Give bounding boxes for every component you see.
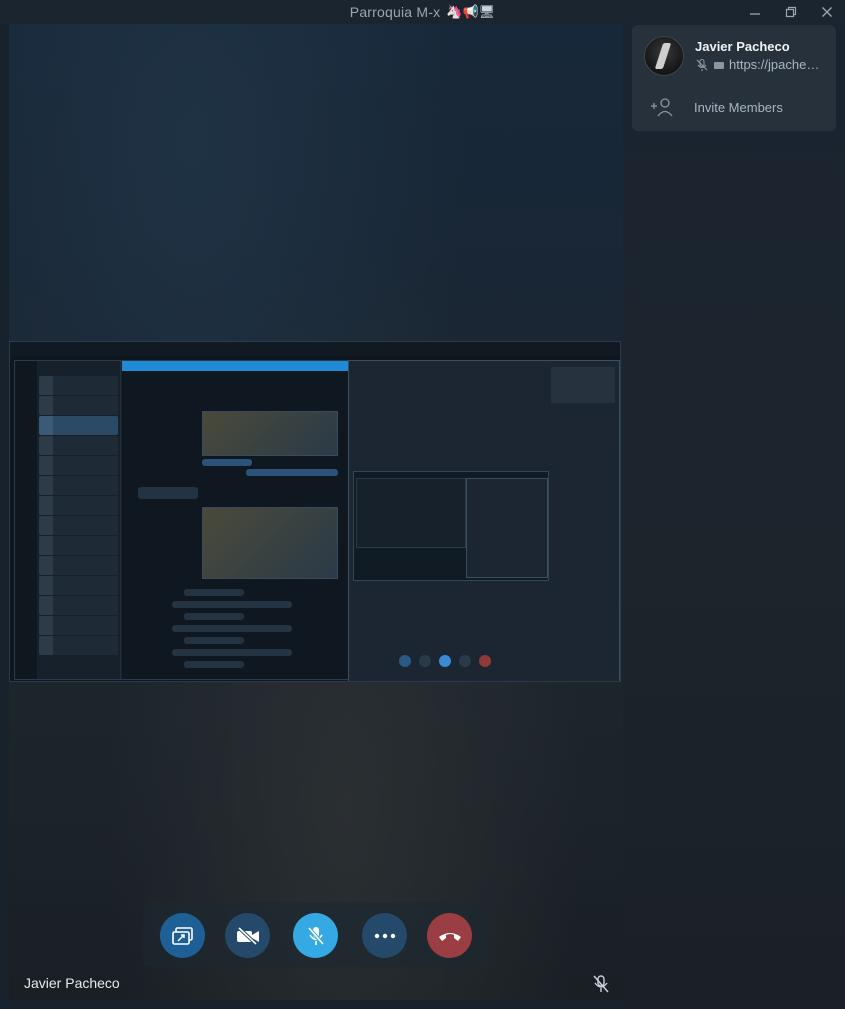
mic-muted-icon <box>307 926 324 945</box>
shared-chat-item <box>39 636 118 655</box>
side-background <box>623 24 845 1009</box>
mic-muted-icon <box>696 58 708 71</box>
shared-chat-bubble <box>184 613 244 620</box>
members-panel: Javier Pacheco https://jpacheco.xyz Invi… <box>632 25 836 131</box>
shared-chat-item <box>39 536 118 555</box>
shared-chat-header <box>122 361 350 371</box>
shared-chat-item <box>39 496 118 515</box>
shared-chat-view <box>122 361 350 679</box>
shared-call-button <box>439 655 451 667</box>
share-screen-icon <box>171 926 193 945</box>
camera-off-icon <box>236 926 259 945</box>
shared-call-screen-call <box>466 478 548 578</box>
shared-chat-item <box>39 456 118 475</box>
mic-muted-icon <box>593 975 609 993</box>
avatar[interactable] <box>644 36 684 76</box>
minimize-button[interactable] <box>739 0 771 24</box>
share-screen-button[interactable] <box>160 913 205 958</box>
shared-chat-bubble <box>172 649 292 656</box>
shared-chat-bubble <box>202 459 252 466</box>
minimize-icon <box>750 13 760 15</box>
shared-call-button <box>419 655 431 667</box>
shared-call-button <box>399 655 411 667</box>
window-title: Parroquia M-x <box>349 4 441 20</box>
shared-chat-bubble <box>184 661 244 668</box>
shared-screen-topbar <box>10 342 620 356</box>
shared-chat-item <box>39 556 118 575</box>
shared-chat-item <box>39 396 118 415</box>
shared-chat-list <box>37 361 121 679</box>
shared-chat-item <box>39 476 118 495</box>
shared-chat-bubble <box>138 487 198 499</box>
shared-call-screen-chat <box>356 478 466 548</box>
member-url: https://jpacheco.xyz <box>729 57 825 72</box>
shared-chat-bubble <box>172 601 292 608</box>
shared-call-button <box>459 655 471 667</box>
shared-chat-folders <box>15 361 37 679</box>
shared-chat-bubble <box>184 589 244 596</box>
end-call-icon <box>438 932 461 941</box>
close-icon <box>822 7 832 17</box>
more-icon <box>374 933 395 938</box>
shared-screen <box>9 341 621 682</box>
invite-members-button[interactable]: Invite Members <box>650 97 783 117</box>
shared-chat-media <box>202 411 338 456</box>
restore-icon <box>785 6 797 18</box>
shared-chat-bubble <box>184 637 244 644</box>
speaker-name: Javier Pacheco <box>24 975 120 991</box>
member-status: https://jpacheco.xyz <box>695 57 825 72</box>
shared-chat-bubble <box>172 625 292 632</box>
shared-call-controls <box>399 655 491 667</box>
title-emojis: 🦄📢🖥 <box>446 4 496 19</box>
screen-share-icon <box>714 61 724 69</box>
shared-chat-item <box>39 516 118 535</box>
shared-call-members <box>551 367 615 403</box>
add-user-icon <box>651 98 673 117</box>
title-bar: Parroquia M-x 🦄📢🖥 <box>0 0 845 24</box>
member-name[interactable]: Javier Pacheco <box>695 39 790 54</box>
shared-chat-media <box>202 507 338 579</box>
invite-members-label: Invite Members <box>694 99 783 115</box>
shared-chat-item <box>39 616 118 635</box>
more-options-button[interactable] <box>362 913 407 958</box>
shared-chat-item <box>39 416 118 435</box>
shared-call-screen <box>353 471 549 581</box>
close-button[interactable] <box>811 0 843 24</box>
shared-chat-item <box>39 436 118 455</box>
mic-toggle-button[interactable] <box>293 913 338 958</box>
shared-chat-item <box>39 376 118 395</box>
camera-toggle-button[interactable] <box>225 913 270 958</box>
shared-call-button <box>479 655 491 667</box>
shared-call-window <box>348 360 620 681</box>
restore-button[interactable] <box>775 0 807 24</box>
shared-chat-window <box>14 360 351 680</box>
end-call-button[interactable] <box>427 913 472 958</box>
shared-chat-item <box>39 596 118 615</box>
shared-chat-bubble <box>246 469 338 476</box>
speaker-mic-status <box>592 974 610 999</box>
call-controls <box>143 902 488 967</box>
shared-chat-item <box>39 576 118 595</box>
